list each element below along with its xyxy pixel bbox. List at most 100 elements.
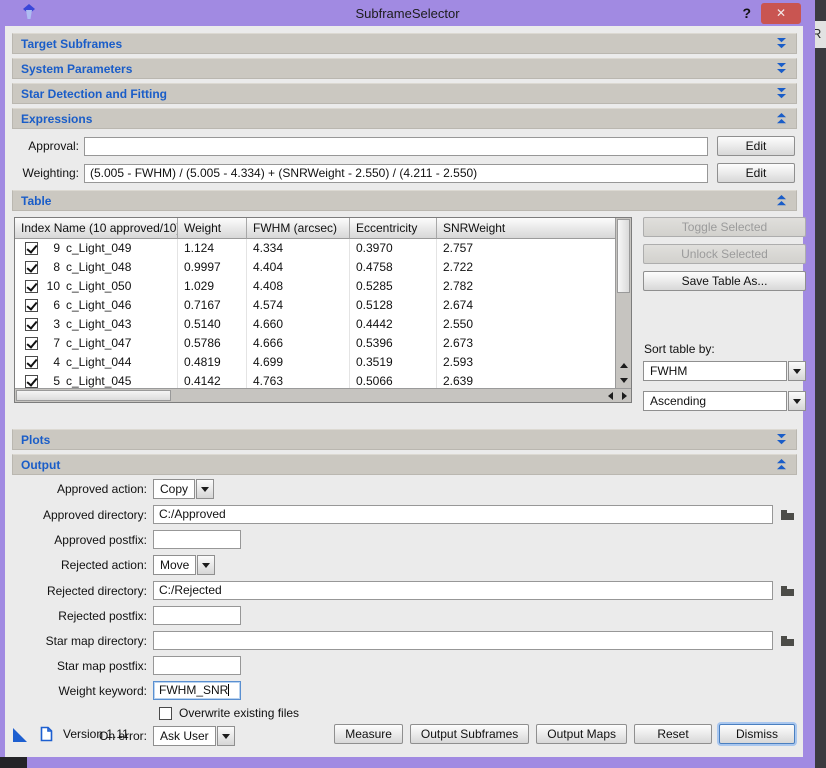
star-map-directory-input[interactable] (153, 631, 773, 650)
chevron-double-down-icon[interactable] (775, 63, 788, 74)
reset-button[interactable]: Reset (634, 724, 712, 744)
folder-browse-icon[interactable] (780, 509, 795, 521)
row-index: 8 (45, 258, 60, 277)
row-checkbox[interactable] (25, 318, 38, 331)
section-output-label: Output (21, 458, 60, 472)
approval-edit-button[interactable]: Edit (717, 136, 795, 156)
approved-directory-input[interactable]: C:/Approved (153, 505, 773, 524)
column-header-index-name[interactable]: Index Name (10 approved/10) (15, 218, 178, 239)
cell-snrweight: 2.639 (437, 372, 615, 388)
row-name: c_Light_046 (66, 296, 131, 315)
browse-documentation-icon[interactable] (40, 726, 53, 742)
text-caret (228, 684, 229, 696)
table-row[interactable]: 3c_Light_043 0.5140 4.660 0.4442 2.550 (15, 315, 615, 334)
rejected-action-dropdown[interactable]: Move (153, 555, 215, 575)
table-row[interactable]: 5c_Light_045 0.4142 4.763 0.5066 2.639 (15, 372, 615, 388)
scroll-left-icon[interactable] (603, 392, 617, 400)
dropdown-arrow-icon[interactable] (788, 361, 806, 381)
folder-browse-icon[interactable] (780, 585, 795, 597)
weight-keyword-input[interactable]: FWHM_SNR (153, 681, 241, 700)
folder-browse-icon[interactable] (780, 635, 795, 647)
approval-input[interactable] (84, 137, 708, 156)
dropdown-arrow-icon[interactable] (196, 479, 214, 499)
toggle-selected-button[interactable]: Toggle Selected (643, 217, 806, 237)
rejected-postfix-input[interactable] (153, 606, 241, 625)
help-button[interactable]: ? (732, 5, 761, 21)
output-maps-button[interactable]: Output Maps (536, 724, 627, 744)
row-index: 4 (45, 353, 60, 372)
rejected-directory-input[interactable]: C:/Rejected (153, 581, 773, 600)
column-header-eccentricity[interactable]: Eccentricity (350, 218, 437, 239)
cell-fwhm: 4.404 (247, 258, 350, 277)
row-checkbox[interactable] (25, 280, 38, 293)
section-output[interactable]: Output (12, 454, 797, 475)
row-checkbox[interactable] (25, 242, 38, 255)
save-table-as-button[interactable]: Save Table As... (643, 271, 806, 291)
table-row[interactable]: 6c_Light_046 0.7167 4.574 0.5128 2.674 (15, 296, 615, 315)
sort-by-dropdown[interactable]: FWHM (643, 361, 806, 381)
section-system-parameters[interactable]: System Parameters (12, 58, 797, 79)
sort-order-dropdown[interactable]: Ascending (643, 391, 806, 411)
section-expressions[interactable]: Expressions (12, 108, 797, 129)
horizontal-scrollbar-thumb[interactable] (16, 390, 171, 401)
section-plots[interactable]: Plots (12, 429, 797, 450)
chevron-double-up-icon[interactable] (775, 195, 788, 206)
row-name: c_Light_050 (66, 277, 131, 296)
row-checkbox[interactable] (25, 375, 38, 388)
measure-button[interactable]: Measure (334, 724, 403, 744)
sort-table-by-label: Sort table by: (644, 342, 806, 356)
chevron-double-up-icon[interactable] (775, 113, 788, 124)
table-row[interactable]: 9c_Light_049 1.124 4.334 0.3970 2.757 (15, 239, 615, 258)
dropdown-arrow-icon[interactable] (788, 391, 806, 411)
column-header-weight[interactable]: Weight (178, 218, 247, 239)
overwrite-label: Overwrite existing files (179, 706, 299, 720)
chevron-double-down-icon[interactable] (775, 88, 788, 99)
approved-action-dropdown[interactable]: Copy (153, 479, 214, 499)
scroll-right-icon[interactable] (617, 392, 631, 400)
scroll-up-icon[interactable] (616, 358, 631, 373)
overwrite-checkbox[interactable] (159, 707, 172, 720)
row-index: 6 (45, 296, 60, 315)
measurements-table[interactable]: Index Name (10 approved/10) Weight FWHM … (14, 217, 632, 403)
scroll-down-icon[interactable] (616, 373, 631, 388)
section-target-subframes[interactable]: Target Subframes (12, 33, 797, 54)
table-header[interactable]: Index Name (10 approved/10) Weight FWHM … (15, 218, 615, 239)
chevron-double-down-icon[interactable] (775, 434, 788, 445)
column-header-snrweight[interactable]: SNRWeight (437, 218, 615, 239)
horizontal-scrollbar[interactable] (15, 388, 631, 402)
vertical-scrollbar-thumb[interactable] (617, 219, 630, 293)
approved-postfix-input[interactable] (153, 530, 241, 549)
row-checkbox[interactable] (25, 356, 38, 369)
section-table-label: Table (21, 194, 51, 208)
row-index: 7 (45, 334, 60, 353)
cell-snrweight: 2.757 (437, 239, 615, 258)
table-row[interactable]: 7c_Light_047 0.5786 4.666 0.5396 2.673 (15, 334, 615, 353)
column-header-fwhm[interactable]: FWHM (arcsec) (247, 218, 350, 239)
cell-fwhm: 4.666 (247, 334, 350, 353)
chevron-double-up-icon[interactable] (775, 459, 788, 470)
cell-snrweight: 2.673 (437, 334, 615, 353)
row-checkbox[interactable] (25, 299, 38, 312)
section-table[interactable]: Table (12, 190, 797, 211)
table-row[interactable]: 4c_Light_044 0.4819 4.699 0.3519 2.593 (15, 353, 615, 372)
unlock-selected-button[interactable]: Unlock Selected (643, 244, 806, 264)
close-button[interactable]: ✕ (761, 3, 801, 24)
cell-weight: 1.124 (178, 239, 247, 258)
dropdown-arrow-icon[interactable] (197, 555, 215, 575)
weighting-input[interactable]: (5.005 - FWHM) / (5.005 - 4.334) + (SNRW… (84, 164, 708, 183)
title-bar[interactable]: SubframeSelector ? ✕ (0, 0, 815, 26)
star-map-postfix-input[interactable] (153, 656, 241, 675)
chevron-double-down-icon[interactable] (775, 38, 788, 49)
cell-weight: 0.5786 (178, 334, 247, 353)
output-subframes-button[interactable]: Output Subframes (410, 724, 529, 744)
weighting-edit-button[interactable]: Edit (717, 163, 795, 183)
row-checkbox[interactable] (25, 337, 38, 350)
row-checkbox[interactable] (25, 261, 38, 274)
table-row[interactable]: 10c_Light_050 1.029 4.408 0.5285 2.782 (15, 277, 615, 296)
dismiss-button[interactable]: Dismiss (719, 724, 795, 744)
new-instance-icon[interactable] (13, 727, 28, 742)
section-star-detection[interactable]: Star Detection and Fitting (12, 83, 797, 104)
table-row[interactable]: 8c_Light_048 0.9997 4.404 0.4758 2.722 (15, 258, 615, 277)
vertical-scrollbar[interactable] (615, 218, 631, 388)
cell-weight: 0.9997 (178, 258, 247, 277)
